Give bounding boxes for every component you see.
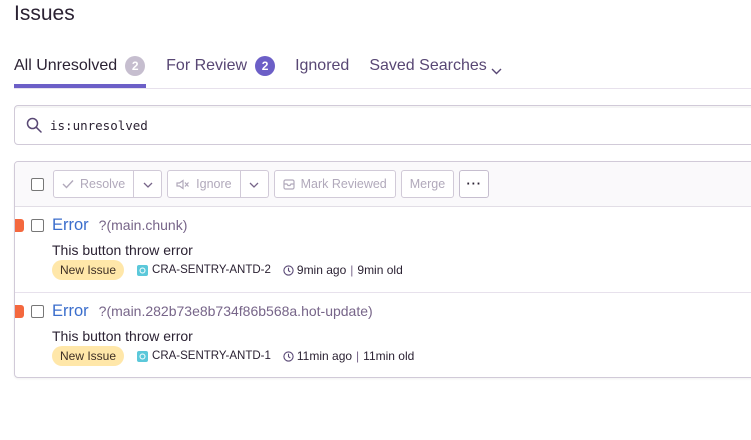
- tab-for-review[interactable]: For Review 2: [166, 48, 276, 87]
- chevron-down-icon: [143, 177, 153, 191]
- ignore-dropdown-button[interactable]: [240, 170, 269, 198]
- resolve-button[interactable]: Resolve: [53, 170, 135, 198]
- tab-count-badge: 2: [255, 56, 276, 76]
- tab-ignored[interactable]: Ignored: [295, 48, 349, 87]
- project-name: CRA-SENTRY-ANTD-1: [152, 350, 271, 362]
- issue-header: Error ?(main.282b73e8b734f86b568a.hot-up…: [52, 302, 373, 321]
- issue-title-link[interactable]: Error: [52, 302, 89, 321]
- project-link[interactable]: CRA-SENTRY-ANTD-2: [137, 264, 271, 276]
- ignore-label: Ignore: [196, 177, 232, 191]
- select-all-checkbox[interactable]: [31, 177, 44, 191]
- first-seen[interactable]: 9min old: [357, 263, 402, 277]
- issue-header: Error ?(main.chunk): [52, 216, 187, 235]
- clock-icon: [283, 350, 294, 362]
- issue-list-panel: Resolve Ignore Mark Reviewed Merge ··· E…: [14, 161, 751, 378]
- resolve-label: Resolve: [80, 177, 126, 191]
- bulk-actions-toolbar: Resolve Ignore Mark Reviewed Merge ···: [53, 170, 494, 198]
- last-seen[interactable]: 9min ago: [297, 263, 346, 277]
- tab-label: Ignored: [295, 57, 350, 74]
- ignore-button-group: Ignore: [167, 170, 269, 198]
- first-seen[interactable]: 11min old: [363, 349, 414, 363]
- ellipsis-icon: ···: [466, 177, 482, 191]
- tab-label: All Unresolved: [14, 57, 118, 74]
- project-name: CRA-SENTRY-ANTD-2: [152, 264, 271, 276]
- issue-times: 11min ago | 11min old: [283, 349, 414, 363]
- merge-label: Merge: [409, 177, 446, 191]
- more-actions-button[interactable]: ···: [459, 170, 490, 198]
- mark-reviewed-label: Mark Reviewed: [300, 177, 387, 191]
- issue-message: This button throw error: [52, 328, 193, 344]
- project-link[interactable]: CRA-SENTRY-ANTD-1: [137, 350, 271, 362]
- tab-label: For Review: [166, 57, 248, 74]
- last-seen[interactable]: 11min ago: [297, 349, 352, 363]
- issue-culprit: ?(main.chunk): [98, 217, 188, 233]
- checkmark-icon: [62, 179, 74, 189]
- issue-list-header: Resolve Ignore Mark Reviewed Merge ···: [15, 162, 751, 207]
- search-icon: [26, 117, 42, 133]
- inbox-icon: [283, 178, 295, 190]
- new-issue-badge: New Issue: [52, 346, 125, 366]
- search-input[interactable]: [50, 117, 650, 133]
- resolve-button-group: Resolve: [53, 170, 163, 198]
- mark-reviewed-button[interactable]: Mark Reviewed: [273, 170, 396, 198]
- issue-title-link[interactable]: Error: [52, 216, 89, 235]
- merge-button[interactable]: Merge: [400, 170, 455, 198]
- mute-icon: [176, 178, 190, 190]
- issue-meta: New Issue CRA-SENTRY-ANTD-2 9min ago | 9…: [52, 260, 403, 280]
- issue-times: 9min ago | 9min old: [283, 263, 403, 277]
- chevron-down-icon: [249, 177, 259, 191]
- error-level-indicator: [15, 219, 24, 232]
- tab-all-unresolved[interactable]: All Unresolved 2: [14, 48, 147, 88]
- resolve-dropdown-button[interactable]: [134, 170, 163, 198]
- project-icon: [137, 350, 149, 362]
- search-bar[interactable]: [14, 105, 751, 145]
- issue-row[interactable]: Error ?(main.282b73e8b734f86b568a.hot-up…: [15, 293, 751, 377]
- issue-meta: New Issue CRA-SENTRY-ANTD-1 11min ago | …: [52, 346, 414, 366]
- clock-icon: [283, 264, 294, 276]
- chevron-down-icon: [491, 62, 502, 80]
- issue-culprit: ?(main.282b73e8b734f86b568a.hot-update): [98, 303, 373, 319]
- page-title: Issues: [14, 2, 75, 25]
- tab-label: Saved Searches: [369, 57, 487, 74]
- time-separator: |: [350, 263, 354, 277]
- ignore-button[interactable]: Ignore: [167, 170, 241, 198]
- issue-message: This button throw error: [52, 242, 193, 258]
- tab-count-badge: 2: [125, 56, 146, 76]
- tab-saved-searches[interactable]: Saved Searches: [369, 48, 502, 87]
- issue-row[interactable]: Error ?(main.chunk) This button throw er…: [15, 207, 751, 293]
- error-level-indicator: [15, 305, 24, 318]
- tabs-divider: [14, 88, 751, 89]
- issue-checkbox[interactable]: [31, 305, 44, 318]
- issue-checkbox[interactable]: [31, 219, 44, 232]
- new-issue-badge: New Issue: [52, 260, 125, 280]
- project-icon: [137, 264, 149, 276]
- time-separator: |: [356, 349, 360, 363]
- issue-tabs: All Unresolved 2 For Review 2 Ignored Sa…: [14, 48, 522, 88]
